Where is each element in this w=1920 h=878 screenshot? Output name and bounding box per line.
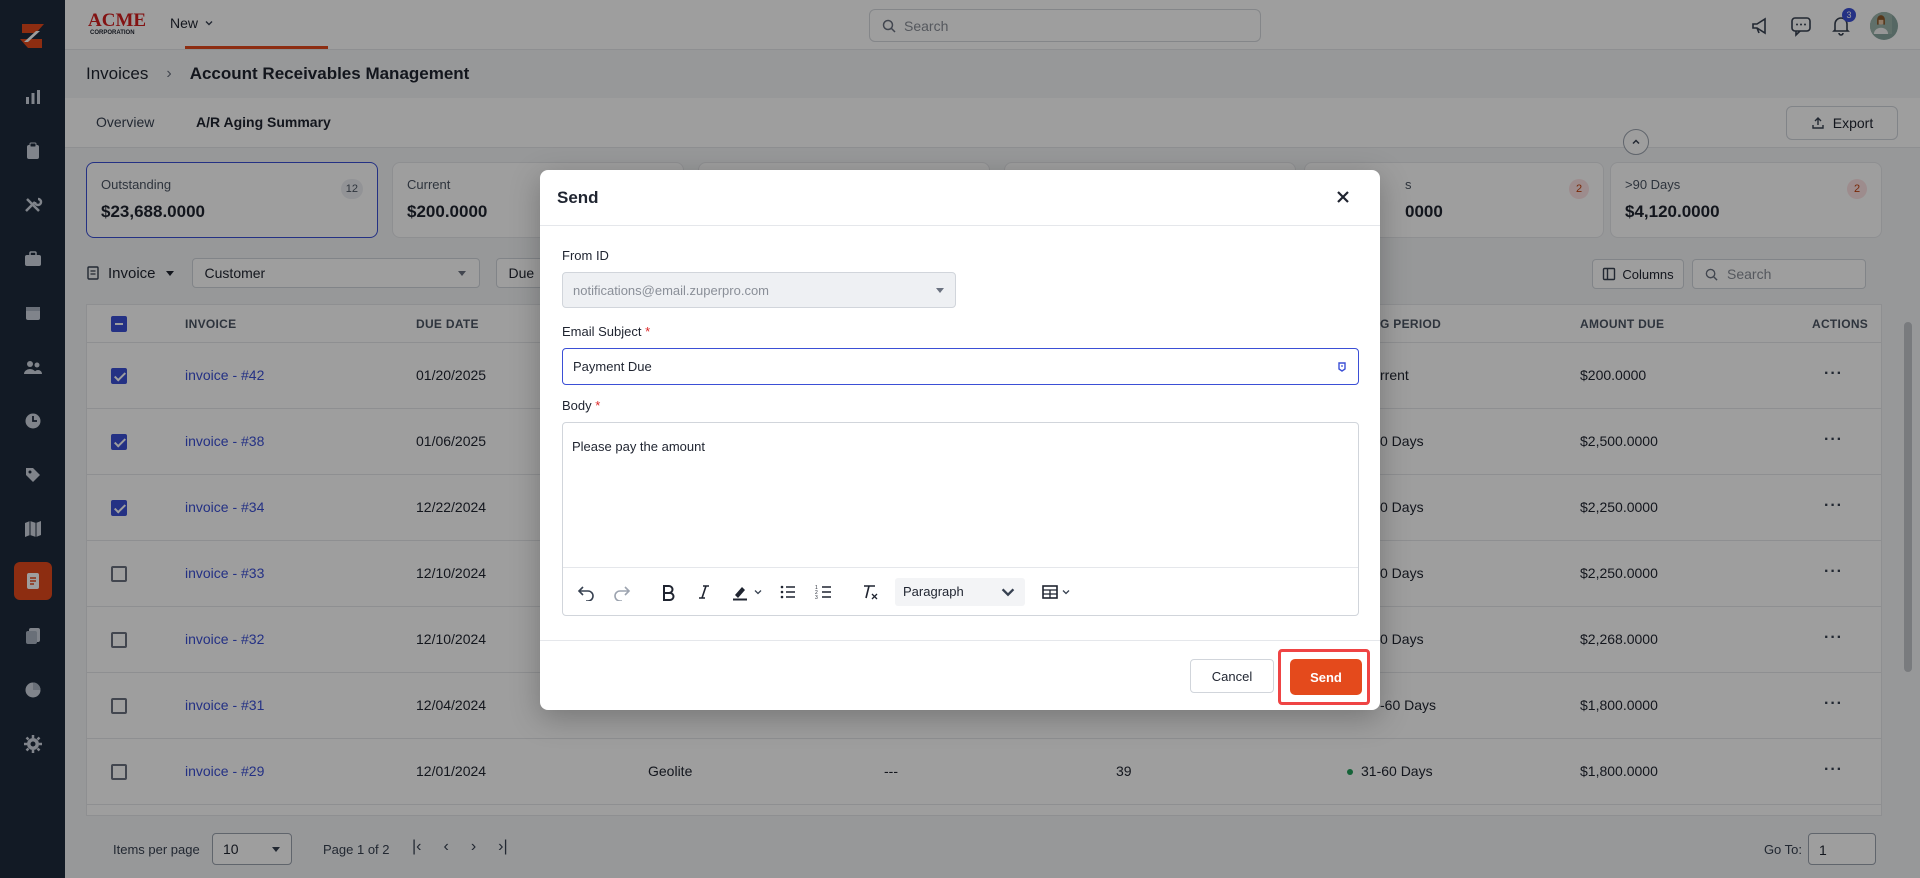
- from-id-value: notifications@email.zuperpro.com: [573, 282, 770, 298]
- email-subject-label: Email Subject *: [562, 324, 650, 339]
- table-icon[interactable]: [1039, 581, 1061, 603]
- undo-icon[interactable]: [575, 581, 597, 603]
- body-text: Please pay the amount: [572, 439, 705, 454]
- from-id-label: From ID: [562, 248, 609, 263]
- email-subject-label-text: Email Subject: [562, 324, 642, 339]
- paragraph-style-select[interactable]: Paragraph: [895, 577, 1025, 606]
- send-button[interactable]: Send: [1290, 659, 1362, 695]
- redo-icon[interactable]: [611, 581, 633, 603]
- send-email-dialog: Send From ID notifications@email.zuperpr…: [540, 170, 1380, 710]
- clear-formatting-icon[interactable]: [859, 581, 881, 603]
- bullet-list-icon[interactable]: [777, 581, 799, 603]
- email-subject-input[interactable]: Payment Due: [562, 348, 1359, 385]
- dialog-header: Send: [540, 170, 1380, 226]
- from-id-select[interactable]: notifications@email.zuperpro.com: [562, 272, 956, 308]
- close-icon[interactable]: [1334, 188, 1352, 206]
- body-label: Body *: [562, 398, 600, 413]
- svg-text:3: 3: [815, 595, 818, 601]
- body-editor[interactable]: Please pay the amount 123 Paragraph: [562, 422, 1359, 616]
- bold-icon[interactable]: [657, 581, 679, 603]
- dialog-footer: Cancel Send: [540, 640, 1380, 710]
- merge-field-icon[interactable]: [1336, 361, 1348, 373]
- body-label-text: Body: [562, 398, 592, 413]
- required-mark: *: [595, 398, 601, 413]
- email-subject-value: Payment Due: [573, 359, 652, 374]
- cancel-button[interactable]: Cancel: [1190, 659, 1274, 693]
- caret-down-icon: [936, 288, 944, 293]
- italic-icon[interactable]: [693, 581, 715, 603]
- editor-toolbar: 123 Paragraph: [563, 567, 1358, 615]
- dialog-title: Send: [557, 188, 599, 207]
- chevron-down-icon: [1001, 587, 1015, 596]
- highlight-chevron-down-icon[interactable]: [753, 581, 763, 603]
- numbered-list-icon[interactable]: 123: [813, 581, 835, 603]
- table-chevron-down-icon[interactable]: [1061, 581, 1071, 603]
- paragraph-style-value: Paragraph: [903, 584, 964, 599]
- required-mark: *: [645, 324, 651, 339]
- highlight-icon[interactable]: [729, 581, 751, 603]
